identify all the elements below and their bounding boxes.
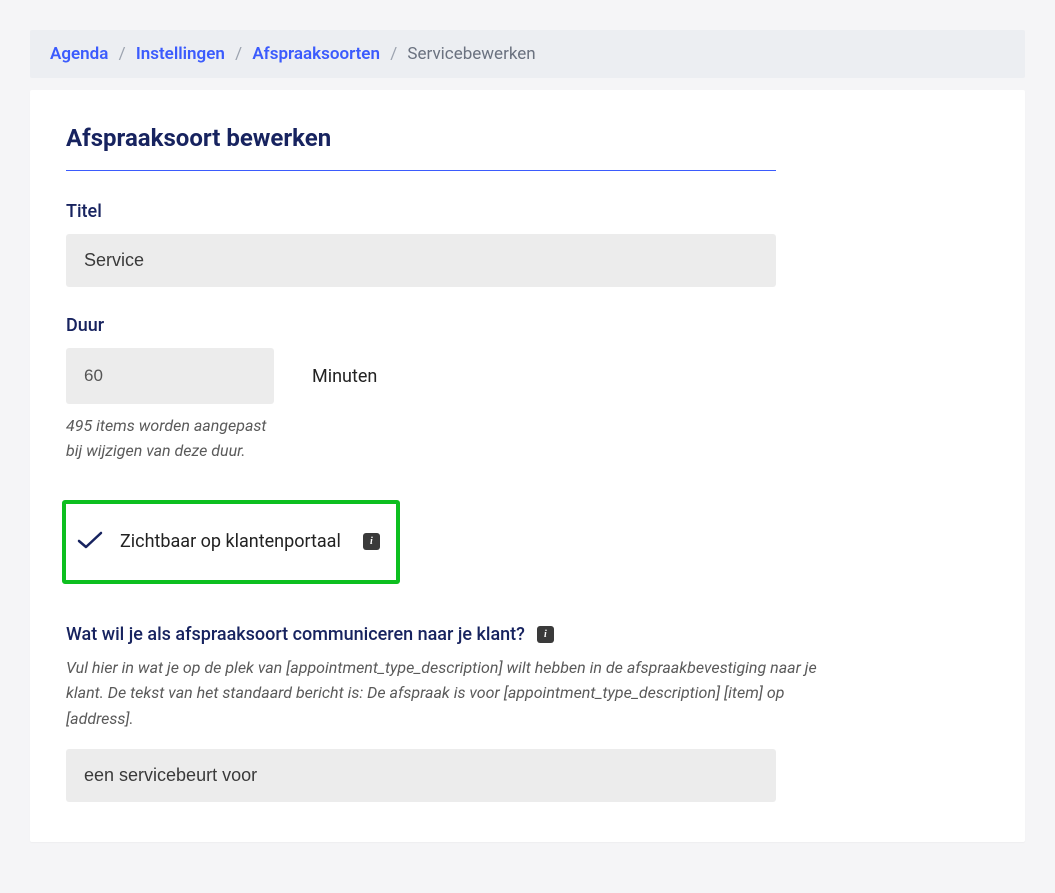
breadcrumb-separator: / (235, 44, 242, 64)
title-divider (66, 170, 776, 171)
breadcrumb-separator: / (390, 44, 397, 64)
visibility-label: Zichtbaar op klantenportaal (120, 531, 341, 552)
breadcrumb-link-instellingen[interactable]: Instellingen (136, 44, 225, 64)
communication-question-row: Wat wil je als afspraaksoort communicere… (66, 624, 989, 645)
duration-unit: Minuten (312, 366, 377, 387)
duration-row: Minuten (66, 348, 989, 404)
form-card: Afspraaksoort bewerken Titel Duur Minute… (30, 90, 1025, 842)
communication-input[interactable] (66, 749, 776, 802)
page-title: Afspraaksoort bewerken (66, 124, 989, 152)
duration-field-label: Duur (66, 315, 989, 336)
info-icon[interactable]: i (537, 626, 554, 643)
title-input[interactable] (66, 234, 776, 287)
breadcrumb-current: Servicebewerken (407, 44, 535, 64)
communication-help-text: Vul hier in wat je op de plek van [appoi… (66, 655, 826, 732)
breadcrumb-separator: / (119, 44, 126, 64)
communication-question-label: Wat wil je als afspraaksoort communicere… (66, 624, 525, 645)
breadcrumb-link-afspraaksoorten[interactable]: Afspraaksoorten (252, 44, 380, 64)
checkmark-icon[interactable] (76, 530, 104, 554)
duration-input[interactable] (66, 348, 274, 404)
title-field-label: Titel (66, 201, 989, 222)
breadcrumb-link-agenda[interactable]: Agenda (50, 44, 108, 64)
visibility-highlight: Zichtbaar op klantenportaal i (62, 500, 400, 584)
breadcrumb: Agenda / Instellingen / Afspraaksoorten … (30, 30, 1025, 78)
duration-hint: 495 items worden aangepast bij wijzigen … (66, 414, 286, 464)
info-icon[interactable]: i (363, 533, 380, 550)
